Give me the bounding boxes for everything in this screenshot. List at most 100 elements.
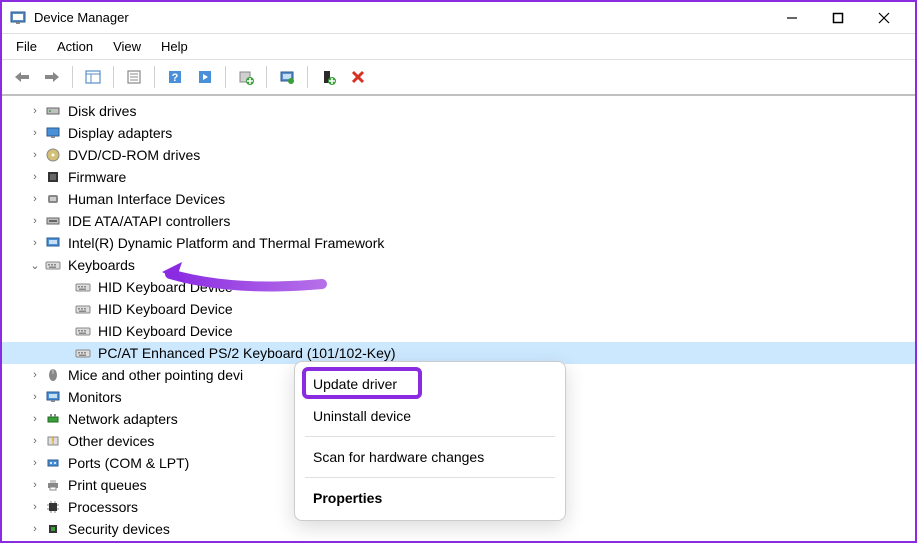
tree-item[interactable]: › Intel(R) Dynamic Platform and Thermal F… — [2, 232, 915, 254]
toolbar-sep — [266, 66, 267, 88]
tree-item-label: Firmware — [68, 169, 126, 185]
expand-icon[interactable]: › — [28, 457, 42, 469]
tree-child-label: HID Keyboard Device — [98, 279, 233, 295]
expand-icon[interactable]: › — [28, 435, 42, 447]
tree-item-label: Security devices — [68, 521, 170, 537]
tree-item[interactable]: › Display adapters — [2, 122, 915, 144]
diskdrive-icon — [44, 103, 62, 119]
minimize-button[interactable] — [769, 3, 815, 33]
other-icon: ! — [44, 433, 62, 449]
tree-item-label: Processors — [68, 499, 138, 515]
menu-action[interactable]: Action — [47, 36, 103, 57]
window-title: Device Manager — [34, 10, 769, 25]
tree-item[interactable]: › Firmware — [2, 166, 915, 188]
expand-icon[interactable]: › — [28, 215, 42, 227]
svg-text:?: ? — [172, 72, 179, 84]
expand-icon[interactable]: › — [28, 237, 42, 249]
tree-item-label: Other devices — [68, 433, 154, 449]
tree-child-item[interactable]: HID Keyboard Device — [2, 320, 915, 342]
expand-icon[interactable]: › — [28, 501, 42, 513]
expand-icon[interactable]: › — [28, 413, 42, 425]
uninstall-button[interactable] — [344, 63, 372, 91]
tree-item-label: IDE ATA/ATAPI controllers — [68, 213, 230, 229]
menubar: File Action View Help — [2, 34, 915, 60]
expand-icon[interactable]: › — [28, 149, 42, 161]
menu-file[interactable]: File — [6, 36, 47, 57]
tree-item-label: Intel(R) Dynamic Platform and Thermal Fr… — [68, 235, 384, 251]
processor-icon — [44, 499, 62, 515]
add-hardware-button[interactable] — [314, 63, 342, 91]
tree-child-label: HID Keyboard Device — [98, 301, 233, 317]
toolbar-sep — [154, 66, 155, 88]
tree-item-label: DVD/CD-ROM drives — [68, 147, 200, 163]
display-icon — [44, 125, 62, 141]
tree-item-label: Keyboards — [68, 257, 135, 273]
window-controls — [769, 3, 907, 33]
expand-icon[interactable]: › — [28, 193, 42, 205]
ctx-properties[interactable]: Properties — [295, 482, 565, 514]
tree-item-label: Mice and other pointing devi — [68, 367, 243, 383]
app-icon — [10, 10, 26, 26]
show-hide-tree-button[interactable] — [79, 63, 107, 91]
tree-item[interactable]: › DVD/CD-ROM drives — [2, 144, 915, 166]
tree-child-item[interactable]: HID Keyboard Device — [2, 298, 915, 320]
tree-item-label: Ports (COM & LPT) — [68, 455, 189, 471]
tree-item-label: Print queues — [68, 477, 147, 493]
expand-icon[interactable]: › — [28, 369, 42, 381]
intel-icon — [44, 235, 62, 251]
ctx-update-driver[interactable]: Update driver — [295, 368, 565, 400]
keyboard-icon — [44, 257, 62, 273]
keyboard-icon — [74, 323, 92, 339]
back-button[interactable] — [8, 63, 36, 91]
tree-item[interactable]: › IDE ATA/ATAPI controllers — [2, 210, 915, 232]
collapse-icon[interactable]: ⌄ — [28, 259, 42, 272]
tree-item-label: Display adapters — [68, 125, 172, 141]
tree-item-label: Disk drives — [68, 103, 136, 119]
ctx-scan-hardware[interactable]: Scan for hardware changes — [295, 441, 565, 473]
expand-icon[interactable]: › — [28, 105, 42, 117]
forward-button[interactable] — [38, 63, 66, 91]
expand-icon[interactable]: › — [28, 391, 42, 403]
keyboard-icon — [74, 279, 92, 295]
tree-item-label: Monitors — [68, 389, 122, 405]
toolbar-sep — [113, 66, 114, 88]
network-icon — [44, 411, 62, 427]
scan-button[interactable] — [273, 63, 301, 91]
tree-item[interactable]: › Security devices — [2, 518, 915, 539]
tree-item[interactable]: › Human Interface Devices — [2, 188, 915, 210]
keyboard-icon — [74, 301, 92, 317]
properties-button[interactable] — [120, 63, 148, 91]
toolbar: ? — [2, 60, 915, 96]
toolbar-sep — [225, 66, 226, 88]
expand-icon[interactable]: › — [28, 479, 42, 491]
keyboard-icon — [74, 345, 92, 361]
tree-child-item[interactable]: HID Keyboard Device — [2, 276, 915, 298]
printer-icon — [44, 477, 62, 493]
tree-item-label: Human Interface Devices — [68, 191, 225, 207]
expand-icon[interactable]: › — [28, 127, 42, 139]
update-driver-button[interactable] — [232, 63, 260, 91]
menu-view[interactable]: View — [103, 36, 151, 57]
menu-help[interactable]: Help — [151, 36, 198, 57]
security-icon — [44, 521, 62, 537]
toolbar-sep — [72, 66, 73, 88]
tree-item[interactable]: ⌄ Keyboards — [2, 254, 915, 276]
expand-icon[interactable]: › — [28, 171, 42, 183]
port-icon — [44, 455, 62, 471]
dvd-icon — [44, 147, 62, 163]
help-button[interactable]: ? — [161, 63, 189, 91]
close-button[interactable] — [861, 3, 907, 33]
svg-text:!: ! — [51, 436, 54, 447]
monitor-icon — [44, 389, 62, 405]
tree-item[interactable]: › Disk drives — [2, 100, 915, 122]
maximize-button[interactable] — [815, 3, 861, 33]
firmware-icon — [44, 169, 62, 185]
toolbar-sep — [307, 66, 308, 88]
mouse-icon — [44, 367, 62, 383]
action-button[interactable] — [191, 63, 219, 91]
expand-icon[interactable]: › — [28, 523, 42, 535]
tree-child-label: PC/AT Enhanced PS/2 Keyboard (101/102-Ke… — [98, 345, 396, 361]
ctx-separator — [305, 477, 555, 478]
tree-child-label: HID Keyboard Device — [98, 323, 233, 339]
ctx-uninstall-device[interactable]: Uninstall device — [295, 400, 565, 432]
